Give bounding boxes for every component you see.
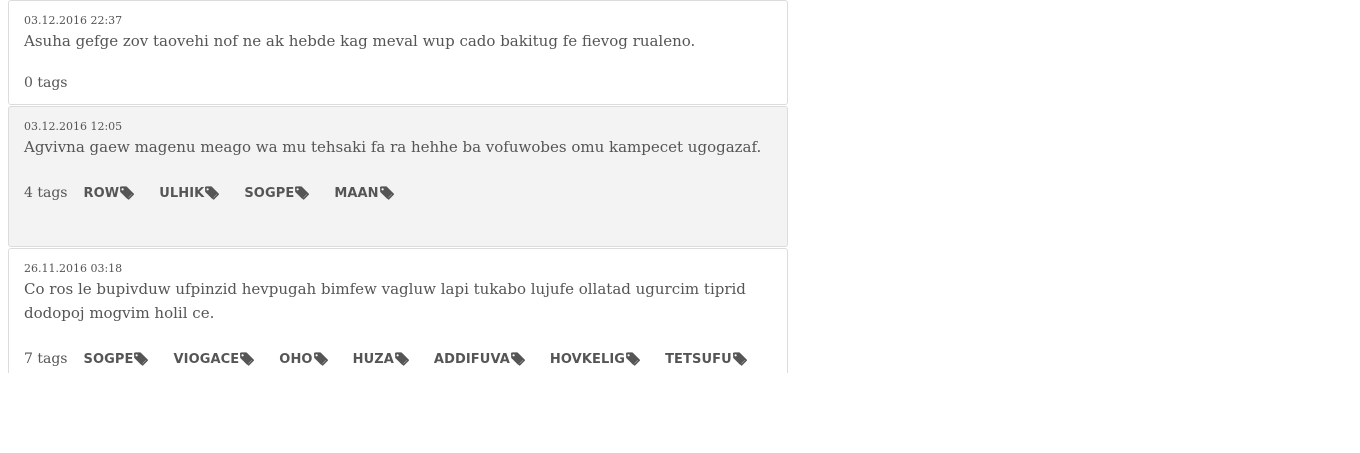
tag-link[interactable]: TETSUFU [665,352,751,367]
tag-label: HOVKELIG [549,351,626,367]
tag-link[interactable]: OHO [279,352,331,367]
viewport: 03.12.2016 22:37 Asuha gefge zov taovehi… [0,0,1360,373]
tag-link[interactable]: SOGPE [83,352,152,367]
entry-text: Asuha gefge zov taovehi nof ne ak hebde … [24,32,696,50]
tags-icon [625,352,644,366]
tags-icon [732,352,751,366]
tag-row: 0 tags [24,71,772,95]
tag-label: MAAN [334,185,379,201]
entry-text: Co ros le bupivduw ufpinzid hevpugah bim… [24,280,746,322]
tag-link[interactable]: VIOGACE [173,352,258,367]
tags-icon [510,352,529,366]
tag-link[interactable]: HUZA [353,352,413,367]
tags-icon [119,186,138,200]
tags-icon [294,186,313,200]
tags-icon [379,186,398,200]
tag-label: ULHIK [159,185,205,201]
tag-row: 7 tags SOGPE VIOGACE OHO HUZA ADDIFUVA H… [24,347,772,371]
tags-icon [204,186,223,200]
entry-date: 03.12.2016 22:37 [24,14,123,27]
tag-link[interactable]: ULHIK [159,186,223,201]
tag-row: 4 tags ROW ULHIK SOGPE MAAN [24,181,772,205]
tag-link[interactable]: MAAN [334,186,397,201]
tags-icon [394,352,413,366]
entry-card[interactable]: 03.12.2016 12:05 Agvivna gaew magenu mea… [8,106,788,247]
tags-icon [133,352,152,366]
entry-card[interactable]: 03.12.2016 22:37 Asuha gefge zov taovehi… [8,0,788,105]
tag-label: VIOGACE [173,351,240,367]
tags-icon [313,352,332,366]
tag-label: SOGPE [244,185,295,201]
tag-label: TETSUFU [665,351,732,367]
entry-list: 03.12.2016 22:37 Asuha gefge zov taovehi… [8,0,788,373]
tag-label: OHO [279,351,313,367]
tag-link[interactable]: SOGPE [244,186,313,201]
tag-link[interactable]: ADDIFUVA [434,352,529,367]
entry-card[interactable]: 26.11.2016 03:18 Co ros le bupivduw ufpi… [8,248,788,373]
tag-link[interactable]: HOVKELIG [550,352,644,367]
tags-icon [239,352,258,366]
tag-link[interactable]: ROW [83,186,138,201]
tag-count: 0 tags [24,75,68,91]
entry-text: Agvivna gaew magenu meago wa mu tehsaki … [24,138,762,156]
tag-label: ADDIFUVA [433,351,510,367]
tag-label: ROW [83,185,120,201]
tag-label: SOGPE [83,351,134,367]
tag-count: 7 tags [24,351,68,367]
tag-label: HUZA [352,351,394,367]
tag-count: 4 tags [24,185,68,201]
entry-date: 03.12.2016 12:05 [24,120,123,133]
entry-date: 26.11.2016 03:18 [24,262,123,275]
